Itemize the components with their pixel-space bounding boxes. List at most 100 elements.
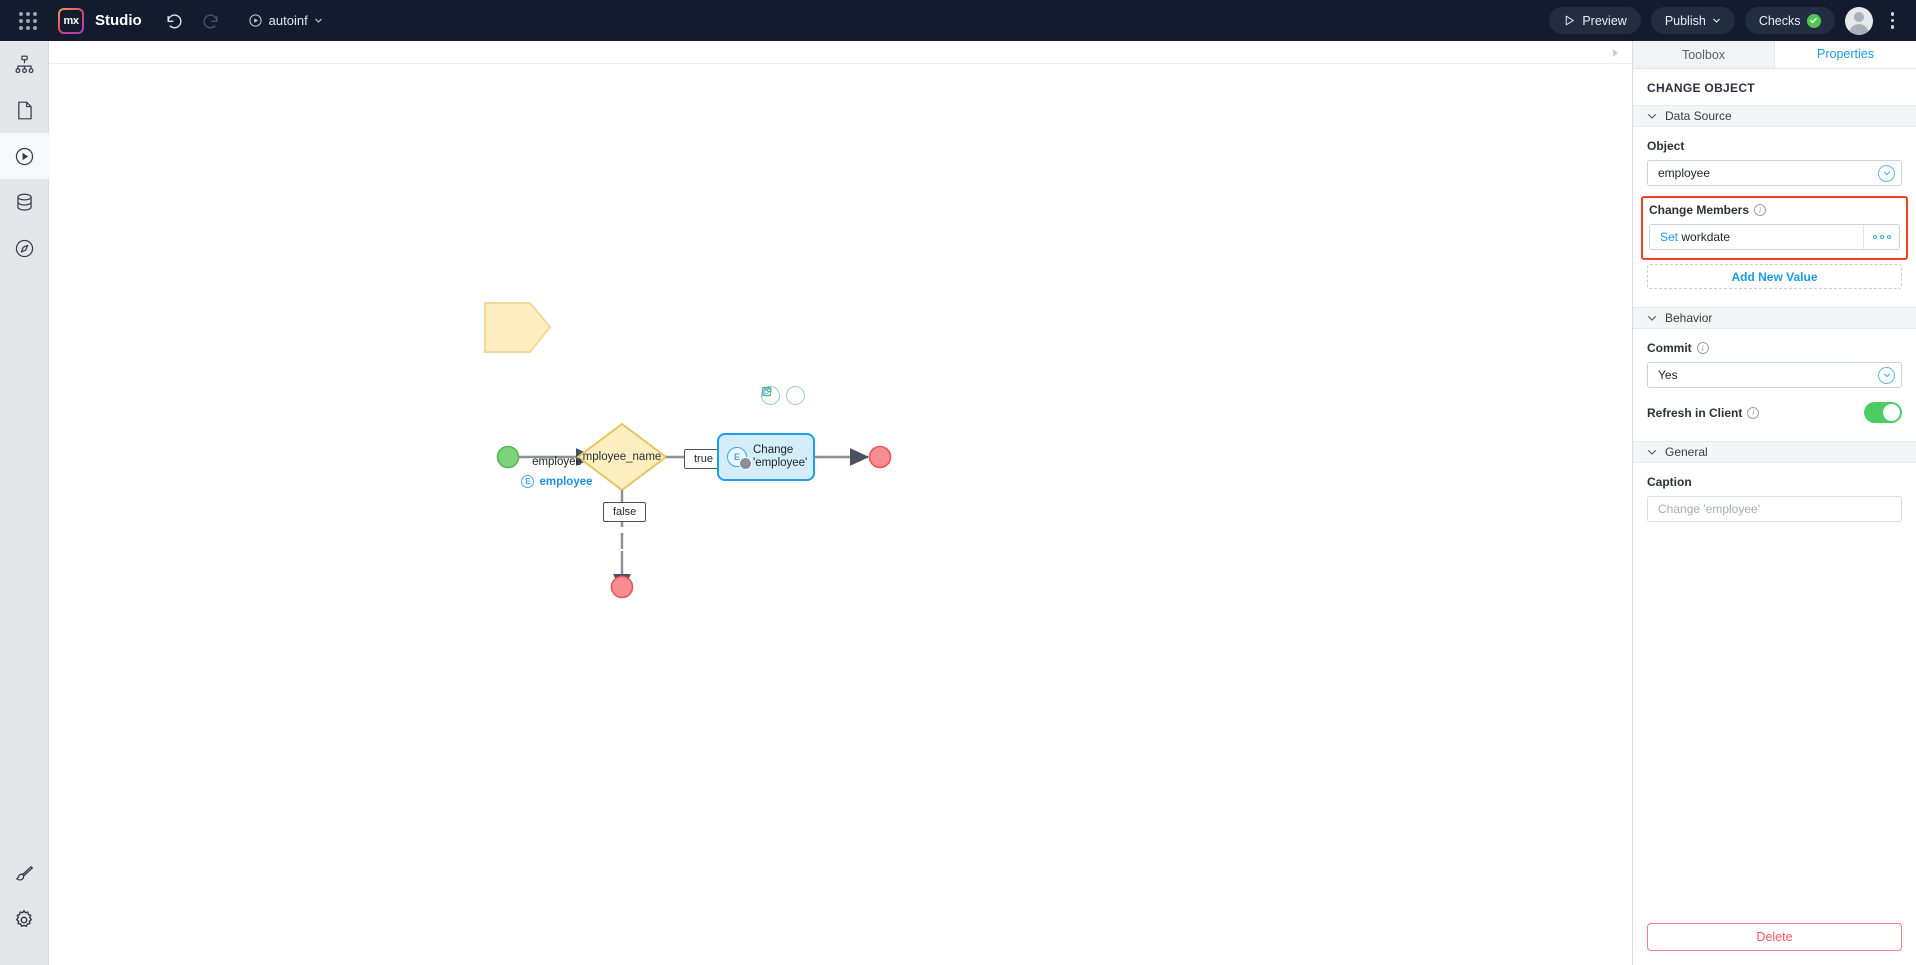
info-icon[interactable]: i <box>1747 406 1760 419</box>
chevron-down-icon <box>1712 18 1720 23</box>
activity-caption: Change 'employee' <box>753 444 807 470</box>
refresh-in-client-toggle[interactable] <box>1864 402 1902 423</box>
change-members-label: Change Members i <box>1649 203 1900 217</box>
top-bar: mx Studio autoinf Preview Publish Checks <box>0 0 1916 41</box>
add-new-value-button[interactable]: Add New Value <box>1647 264 1902 289</box>
checks-button[interactable]: Checks <box>1744 7 1835 34</box>
sidebar-item-document[interactable] <box>0 87 49 133</box>
object-field: Object employee <box>1633 127 1916 186</box>
properties-panel: Toolbox Properties CHANGE OBJECT Data So… <box>1633 41 1916 965</box>
flow-connectors <box>484 302 892 599</box>
topbar-actions: Preview Publish Checks <box>1549 6 1916 35</box>
microflow-canvas[interactable]: employee E employee mployee_name true fa… <box>49 41 1633 965</box>
chevron-down-icon <box>314 18 322 23</box>
sitemap-icon <box>14 55 34 73</box>
parameter-type-label: employee <box>539 475 593 488</box>
end-event-false[interactable] <box>610 575 634 599</box>
activity-caption-line2: 'employee' <box>753 457 808 469</box>
caption-label: Caption <box>1647 475 1692 489</box>
tab-toolbox[interactable]: Toolbox <box>1633 41 1775 68</box>
info-icon[interactable]: i <box>1696 342 1709 354</box>
section-behavior[interactable]: Behavior <box>1633 307 1916 329</box>
commit-label: Commit i <box>1647 341 1902 355</box>
parameter-node[interactable] <box>484 302 552 353</box>
commit-value: Yes <box>1658 368 1678 382</box>
undo-icon[interactable] <box>162 8 188 34</box>
caption-field: Caption <box>1633 463 1916 522</box>
info-icon[interactable]: i <box>1754 204 1767 216</box>
redo-icon[interactable] <box>198 8 224 34</box>
check-success-icon <box>1806 13 1821 28</box>
section-general[interactable]: General <box>1633 441 1916 463</box>
refresh-icon[interactable] <box>762 386 805 405</box>
branch-name: autoinf <box>268 13 308 28</box>
change-object-icon: E <box>727 447 752 470</box>
paintbrush-icon <box>15 865 33 881</box>
flow-diagram: employee E employee mployee_name true fa… <box>49 41 1632 965</box>
change-member-action: Set <box>1660 230 1679 244</box>
change-member-name: workdate <box>1681 230 1731 244</box>
activity-caption-line1: Change <box>753 444 794 456</box>
entity-icon: E <box>521 475 535 488</box>
sidebar-item-styling[interactable] <box>0 851 49 897</box>
commit-field: Commit i Yes <box>1633 329 1916 388</box>
app-title: Studio <box>95 12 142 29</box>
section-data-source[interactable]: Data Source <box>1633 105 1916 127</box>
end-event-true[interactable] <box>868 445 892 469</box>
change-members-highlight: Change Members i Set workdate <box>1641 196 1908 260</box>
branch-selector[interactable]: autoinf <box>248 13 323 28</box>
chevron-down-icon[interactable] <box>1878 164 1895 182</box>
change-member-more-icon[interactable] <box>1863 225 1899 249</box>
sidebar-item-pages[interactable] <box>0 41 49 87</box>
object-label: Object <box>1647 139 1685 153</box>
tab-properties[interactable]: Properties <box>1775 41 1916 68</box>
change-object-activity[interactable]: E Change 'employee' <box>717 433 815 481</box>
compass-icon <box>15 239 33 257</box>
play-circle-icon <box>15 147 33 165</box>
mendix-logo: mx <box>58 7 84 34</box>
chevron-down-icon <box>1647 113 1657 119</box>
change-member-row[interactable]: Set workdate <box>1649 224 1900 250</box>
preview-label: Preview <box>1582 13 1627 28</box>
change-member-text: Set workdate <box>1650 230 1863 244</box>
chevron-down-icon[interactable] <box>1878 366 1895 384</box>
logo-text: mx <box>60 9 82 32</box>
document-icon <box>17 101 32 119</box>
sidebar-item-settings[interactable] <box>0 897 49 943</box>
publish-button[interactable]: Publish <box>1650 7 1735 34</box>
flow-label-false[interactable]: false <box>603 502 647 522</box>
panel-tabs: Toolbox Properties <box>1633 41 1916 69</box>
commit-select[interactable]: Yes <box>1647 362 1902 388</box>
chevron-down-icon <box>1647 449 1657 455</box>
section-behavior-label: Behavior <box>1665 311 1713 325</box>
preview-button[interactable]: Preview <box>1549 7 1641 34</box>
checks-label: Checks <box>1758 13 1801 28</box>
refresh-in-client-row: Refresh in Client i <box>1633 388 1916 423</box>
sidebar-item-logic[interactable] <box>0 133 49 179</box>
play-icon <box>1566 15 1575 26</box>
refresh-in-client-label: Refresh in Client i <box>1647 405 1760 420</box>
section-data-source-label: Data Source <box>1665 109 1732 123</box>
activity-badges <box>761 386 805 405</box>
refresh-in-client-label-text: Refresh in Client <box>1647 405 1743 420</box>
sidebar-item-navigation[interactable] <box>0 225 49 271</box>
sidebar-item-data[interactable] <box>0 179 49 225</box>
publish-label: Publish <box>1664 13 1706 28</box>
left-rail <box>0 41 49 965</box>
parameter-type: E employee <box>447 475 667 488</box>
gear-icon <box>15 909 33 928</box>
undo-redo-group <box>162 8 224 34</box>
section-general-label: General <box>1665 445 1708 459</box>
app-grid-icon[interactable] <box>0 0 56 41</box>
avatar[interactable] <box>1844 6 1873 35</box>
database-icon <box>16 193 32 211</box>
more-vertical-icon[interactable] <box>1883 8 1903 33</box>
decision-label: mployee_name <box>582 451 662 463</box>
commit-label-text: Commit <box>1647 341 1692 355</box>
object-value: employee <box>1658 166 1711 180</box>
panel-title: CHANGE OBJECT <box>1647 81 1755 95</box>
chevron-down-icon <box>1647 315 1657 321</box>
delete-button[interactable]: Delete <box>1647 923 1902 951</box>
caption-input[interactable] <box>1647 496 1902 522</box>
object-select[interactable]: employee <box>1647 160 1902 186</box>
